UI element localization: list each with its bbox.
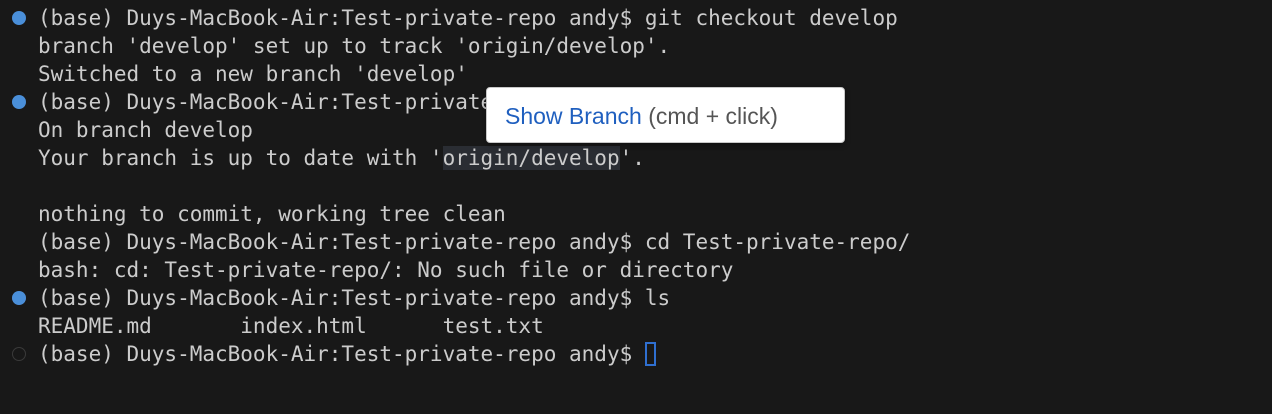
show-branch-link[interactable]: Show Branch <box>505 103 642 129</box>
terminal-line: (base) Duys-MacBook-Air:Test-private-rep… <box>38 6 898 30</box>
terminal-panel[interactable]: (base) Duys-MacBook-Air:Test-private-rep… <box>0 0 1272 414</box>
command-pending-marker <box>12 347 26 361</box>
command-success-marker[interactable] <box>12 291 26 305</box>
tooltip-hint: (cmd + click) <box>641 103 778 129</box>
command-success-marker[interactable] <box>12 95 26 109</box>
command-error-icon[interactable] <box>12 235 26 305</box>
terminal-line: Your branch is up to date with 'origin/d… <box>38 144 645 172</box>
terminal-line: On branch develop <box>38 118 253 142</box>
command-success-marker[interactable] <box>12 11 26 25</box>
terminal-line: (base) Duys-MacBook-Air:Test-private-rep… <box>38 286 671 310</box>
terminal-line: bash: cd: Test-private-repo/: No such fi… <box>38 258 734 282</box>
show-branch-tooltip: Show Branch (cmd + click) <box>486 87 845 143</box>
terminal-line: README.md index.html test.txt <box>38 314 544 338</box>
branch-link[interactable]: origin/develop <box>442 146 620 170</box>
prompt-line[interactable]: (base) Duys-MacBook-Air:Test-private-rep… <box>38 340 656 368</box>
text-segment: '. <box>619 146 645 170</box>
terminal-line: (base) Duys-MacBook-Air:Test-private-rep… <box>38 230 911 254</box>
terminal-line: nothing to commit, working tree clean <box>38 202 506 226</box>
terminal-line: Switched to a new branch 'develop' <box>38 62 468 86</box>
terminal-cursor <box>644 342 656 366</box>
prompt-text: (base) Duys-MacBook-Air:Test-private-rep… <box>38 342 645 366</box>
terminal-line: branch 'develop' set up to track 'origin… <box>38 34 671 58</box>
text-segment: Your branch is up to date with ' <box>38 146 443 170</box>
